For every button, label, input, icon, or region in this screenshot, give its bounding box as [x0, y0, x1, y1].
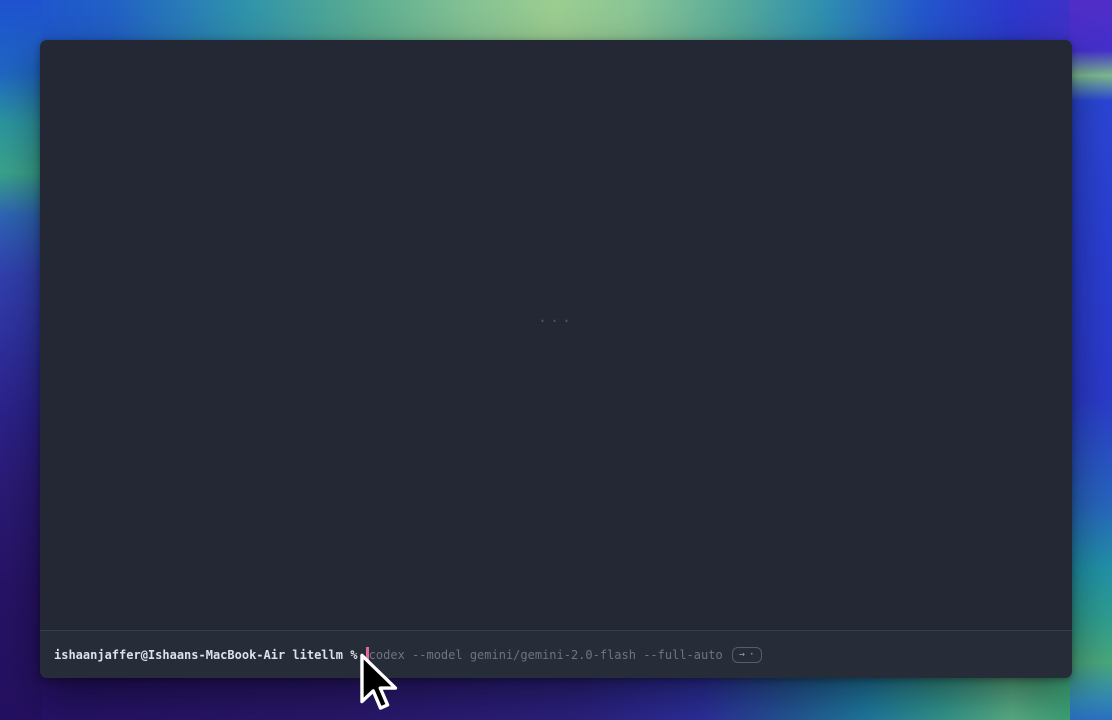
loading-ellipsis: ··· — [40, 312, 1072, 330]
terminal-output-area[interactable]: ··· — [40, 40, 1072, 630]
shell-prompt: ishaanjaffer@Ishaans-MacBook-Air litellm… — [54, 647, 365, 663]
desktop: ··· ishaanjaffer@Ishaans-MacBook-Air lit… — [0, 0, 1112, 720]
wallpaper-right-band — [1070, 0, 1112, 720]
terminal-window[interactable]: ··· ishaanjaffer@Ishaans-MacBook-Air lit… — [40, 40, 1072, 678]
command-input-bar[interactable]: ishaanjaffer@Ishaans-MacBook-Air litellm… — [40, 631, 1072, 678]
accept-suggestion-hint-badge: →· — [732, 647, 762, 663]
command-autosuggestion: codex --model gemini/gemini-2.0-flash --… — [369, 647, 723, 663]
wallpaper-left-band — [0, 0, 42, 720]
wallpaper-bottom-band — [0, 674, 1112, 720]
arrow-right-icon: → — [739, 649, 745, 660]
wallpaper-top-band — [0, 0, 1112, 42]
dot-icon: · — [749, 649, 755, 660]
